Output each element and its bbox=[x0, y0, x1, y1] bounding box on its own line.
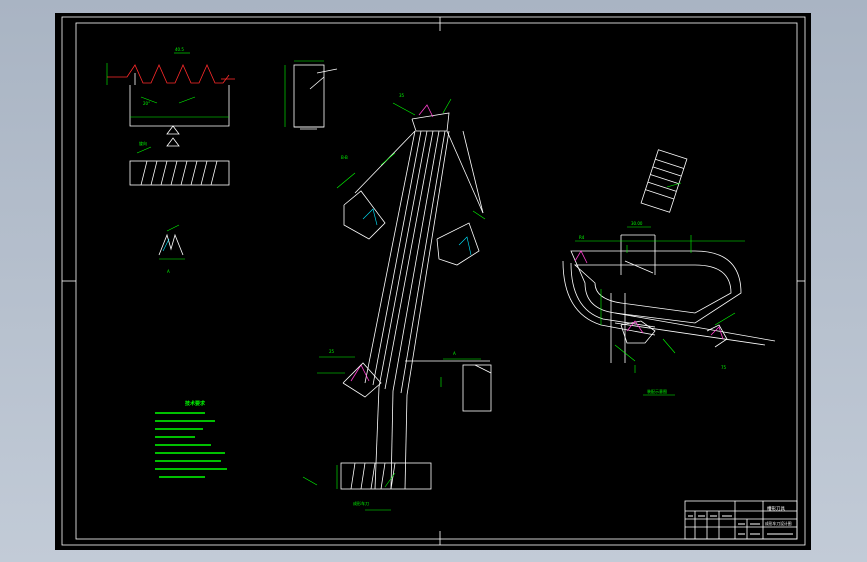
centering-marks bbox=[62, 17, 805, 545]
tech-requirements: 技术要求 bbox=[155, 400, 227, 478]
tooth-detail-view: A bbox=[158, 224, 185, 274]
svg-text:30.00: 30.00 bbox=[631, 221, 643, 226]
tech-requirements-lines bbox=[155, 412, 227, 478]
svg-text:旋向: 旋向 bbox=[139, 140, 147, 146]
svg-text:装配示意图: 装配示意图 bbox=[647, 388, 667, 394]
tool-blank-view bbox=[284, 60, 338, 130]
rack-profile-view: 40.5 20° bbox=[106, 47, 235, 147]
cad-viewport[interactable]: 40.5 20° 旋向 A B-B 35 25 A 成形车刀 技术要求 30.0… bbox=[55, 13, 811, 550]
svg-text:25: 25 bbox=[329, 349, 335, 354]
svg-text:75: 75 bbox=[721, 365, 727, 370]
svg-text:B-B: B-B bbox=[341, 155, 348, 160]
svg-text:成形车刀: 成形车刀 bbox=[353, 500, 369, 506]
tech-requirements-title: 技术要求 bbox=[185, 400, 206, 407]
svg-text:35: 35 bbox=[399, 93, 405, 98]
svg-text:A: A bbox=[167, 269, 170, 274]
svg-text:A: A bbox=[453, 351, 456, 356]
title-block-top-right: 槽形刀具 bbox=[767, 505, 785, 512]
assembly-view: 30.00 R4 装配示意图 75 bbox=[562, 149, 776, 396]
title-block: 槽形刀具 成形车刀设计图 bbox=[684, 500, 798, 540]
drawing-sheet: 40.5 20° 旋向 A B-B 35 25 A 成形车刀 技术要求 30.0… bbox=[61, 16, 806, 546]
svg-text:R4: R4 bbox=[579, 235, 585, 240]
svg-text:20°: 20° bbox=[143, 101, 150, 106]
rack-section-view: 旋向 bbox=[129, 140, 230, 186]
form-tool-main-view bbox=[340, 104, 492, 490]
outer-border bbox=[61, 16, 806, 546]
svg-text:40.5: 40.5 bbox=[175, 47, 184, 52]
title-block-bottom-right: 成形车刀设计图 bbox=[765, 521, 792, 526]
